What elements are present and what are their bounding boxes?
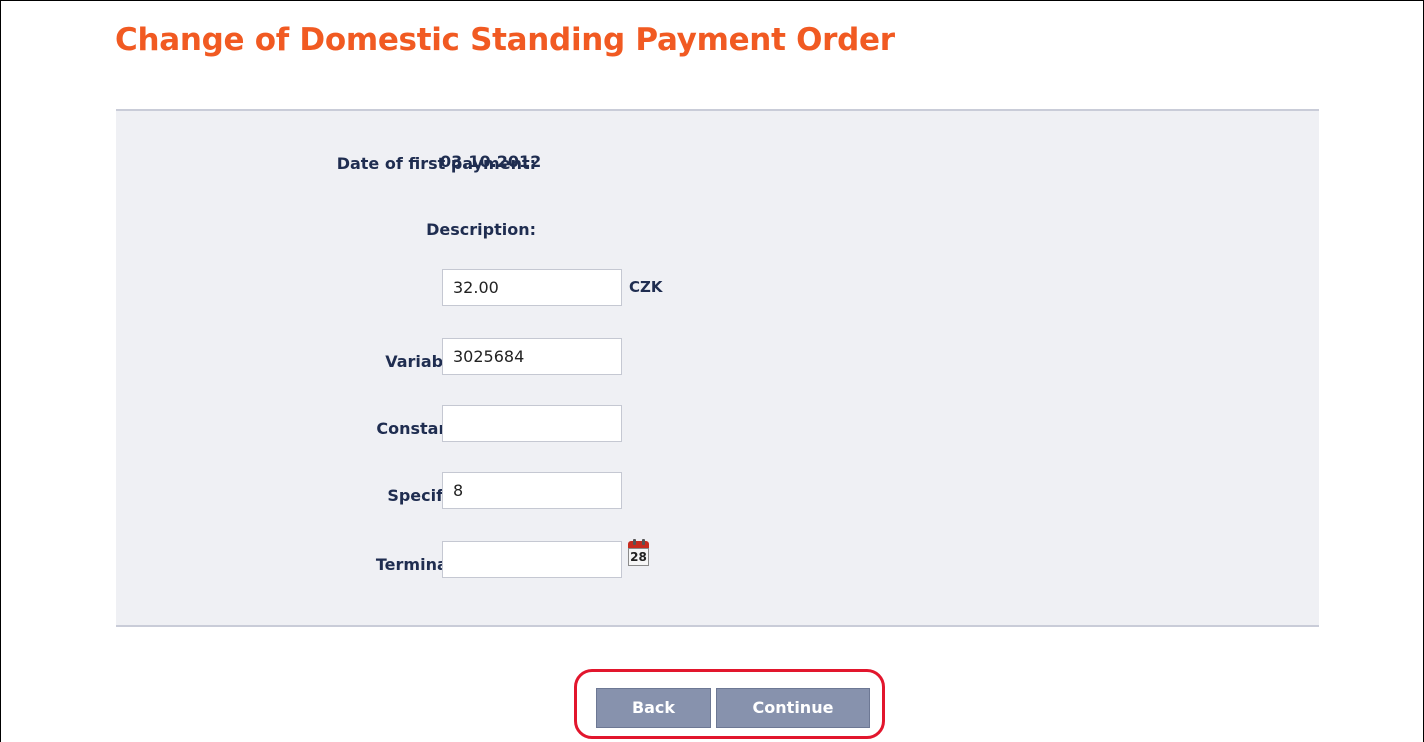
variable-symbol-row: Variable symbol: (116, 338, 1319, 378)
back-button[interactable]: Back (596, 688, 711, 728)
amount-currency: CZK (629, 278, 663, 296)
date-of-first-payment-row: Date of first payment: 03.10.2012 (116, 144, 1319, 184)
calendar-day: 28 (628, 548, 649, 566)
variable-symbol-input[interactable] (442, 338, 622, 375)
payment-order-form: Date of first payment: 03.10.2012 Descri… (116, 109, 1319, 627)
date-of-first-payment-value: 03.10.2012 (440, 152, 542, 171)
description-label: Description: (426, 220, 536, 239)
page-title: Change of Domestic Standing Payment Orde… (115, 22, 895, 58)
calendar-icon[interactable]: 28 (626, 539, 651, 567)
calendar-ring-right (642, 539, 645, 545)
continue-button[interactable]: Continue (716, 688, 870, 728)
specific-symbol-row: Specific Symbol: (116, 472, 1319, 512)
amount-row: Amount: CZK (116, 269, 1319, 309)
calendar-ring-left (633, 539, 636, 545)
description-row: Description: (116, 210, 1319, 250)
specific-symbol-input[interactable] (442, 472, 622, 509)
termination-date-row: Termination date: 28 (116, 539, 1319, 581)
constant-symbol-input[interactable] (442, 405, 622, 442)
constant-symbol-row: Constant Symbol: (116, 405, 1319, 445)
termination-date-input[interactable] (442, 541, 622, 578)
amount-input[interactable] (442, 269, 622, 306)
